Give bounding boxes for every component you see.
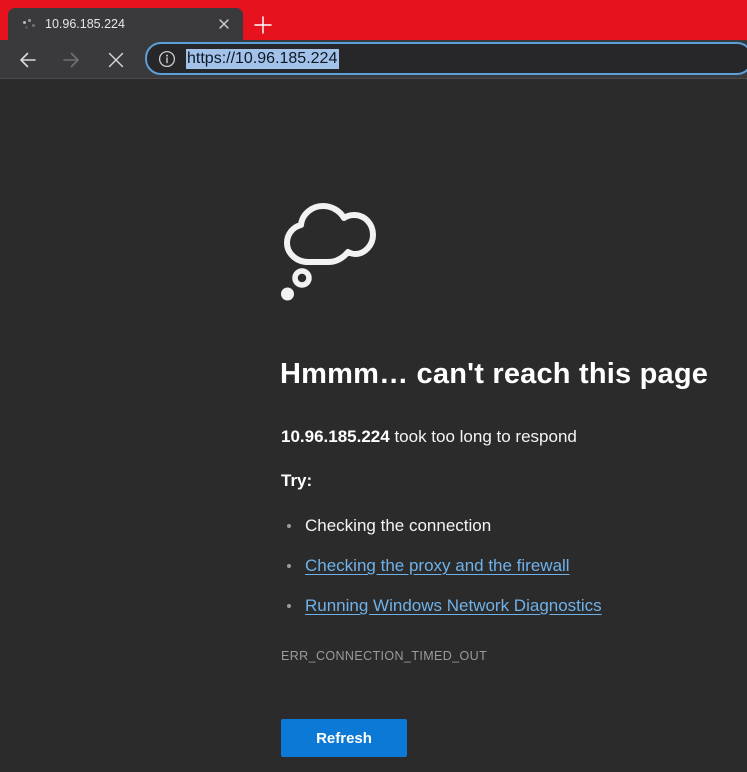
bullet-icon [287,604,291,608]
suggestion-text: Checking the connection [305,516,491,536]
tab-strip: 10.96.185.224 [0,0,747,40]
suggestion-item: Running Windows Network Diagnostics [280,596,602,618]
url-selected-text: https://10.96.185.224 [186,49,339,69]
refresh-button[interactable]: Refresh [281,719,407,757]
bullet-icon [287,524,291,528]
stop-button[interactable] [105,49,127,71]
suggestion-item: Checking the proxy and the firewall [280,556,602,578]
try-label: Try: [281,471,312,491]
error-title: Hmmm… can't reach this page [280,351,740,397]
back-button[interactable] [17,49,39,71]
navigation-toolbar: https://10.96.185.224 [0,40,747,79]
error-host: 10.96.185.224 [281,427,390,446]
network-diagnostics-link[interactable]: Running Windows Network Diagnostics [305,596,602,616]
thought-bubble-icon [280,198,378,303]
tab-active[interactable]: 10.96.185.224 [8,8,243,40]
browser-window: 10.96.185.224 htt [0,0,747,772]
suggestion-item: Checking the connection [280,516,602,538]
address-bar[interactable]: https://10.96.185.224 [145,42,747,75]
error-page: Hmmm… can't reach this page 10.96.185.22… [0,79,747,772]
tab-title: 10.96.185.224 [45,17,215,31]
forward-button[interactable] [60,49,82,71]
error-code: ERR_CONNECTION_TIMED_OUT [281,649,487,663]
new-tab-button[interactable] [252,14,274,36]
error-subtitle-text: took too long to respond [390,427,577,446]
tab-close-icon[interactable] [215,15,233,33]
bullet-icon [287,564,291,568]
loading-spinner-icon [22,17,36,31]
site-info-icon[interactable] [158,50,176,68]
error-subtitle: 10.96.185.224 took too long to respond [281,424,577,450]
proxy-firewall-link[interactable]: Checking the proxy and the firewall [305,556,570,576]
suggestion-list: Checking the connection Checking the pro… [280,516,602,636]
url-input[interactable]: https://10.96.185.224 [186,50,339,68]
